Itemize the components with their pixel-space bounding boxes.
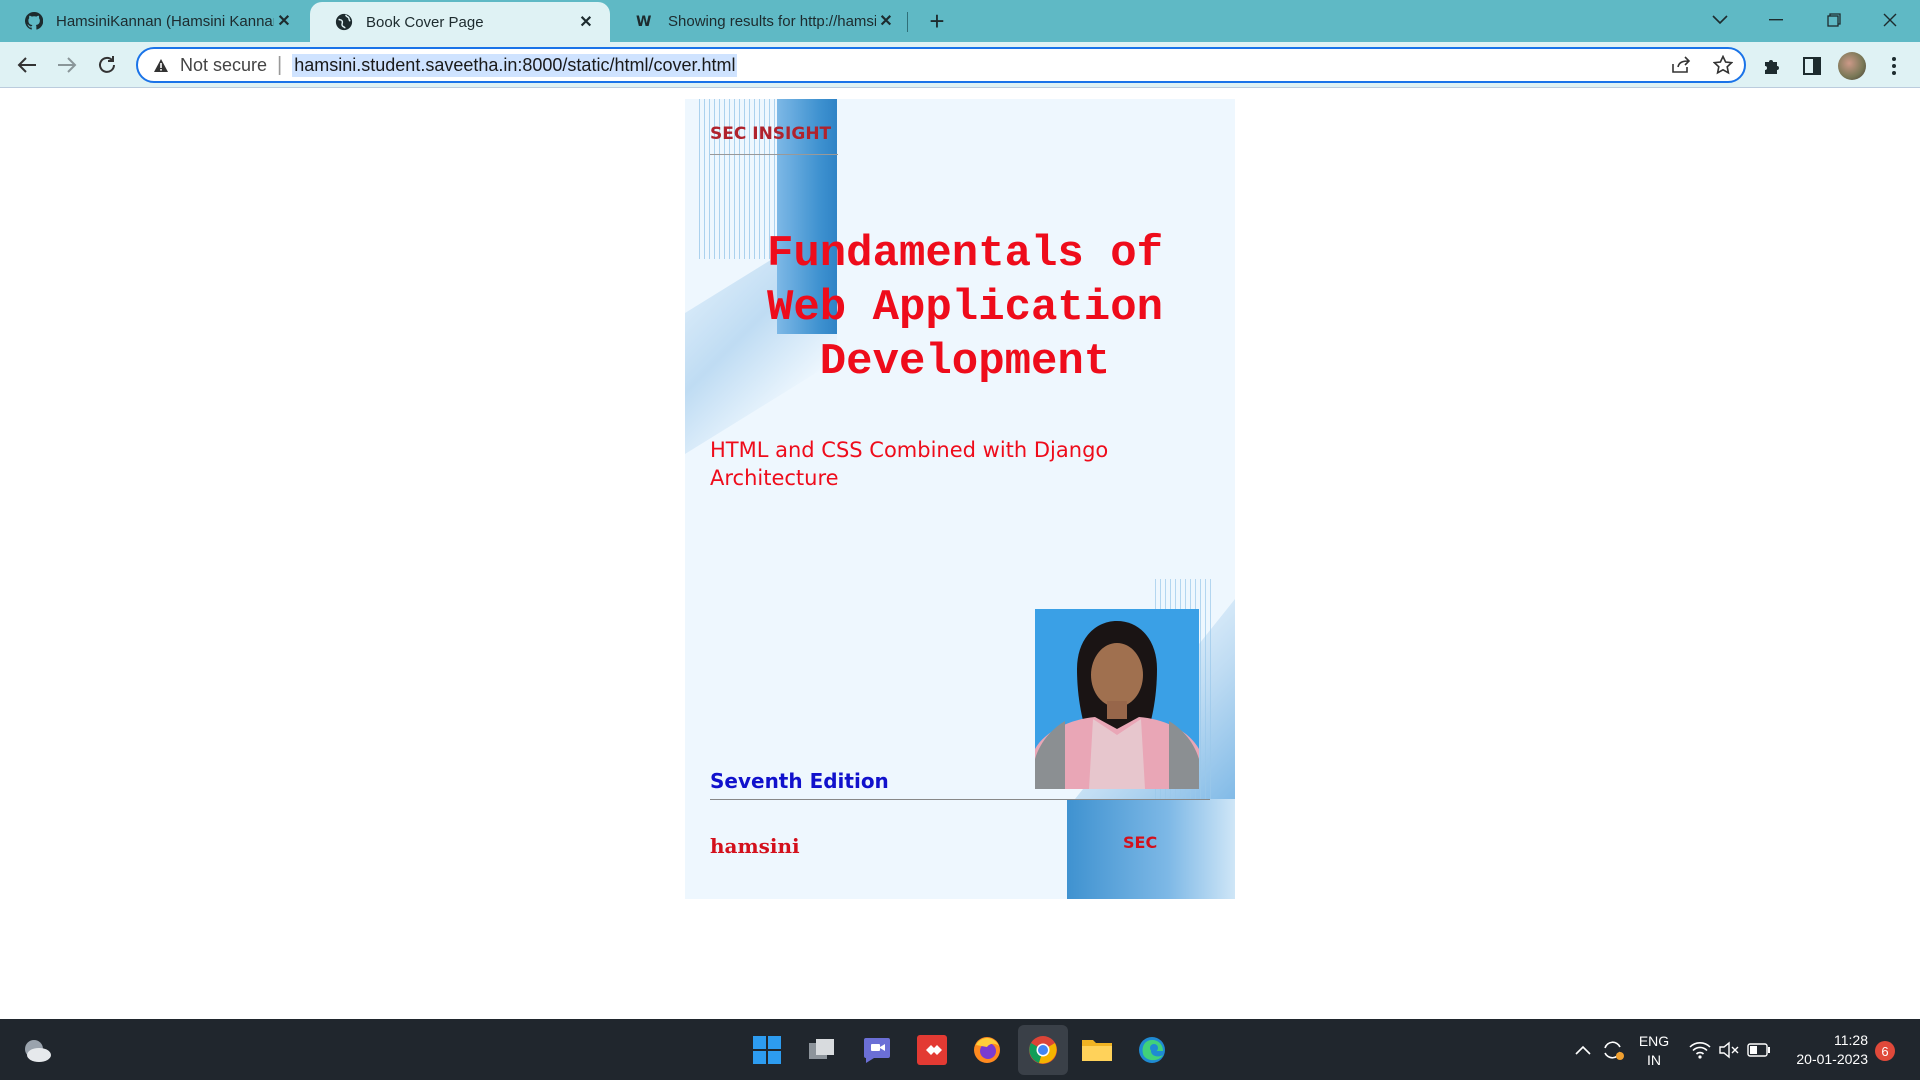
book-title: Fundamentals of Web Application Developm… bbox=[766, 229, 1164, 387]
battery-icon bbox=[1747, 1043, 1770, 1057]
star-icon bbox=[1713, 55, 1733, 75]
firefox-button[interactable] bbox=[970, 1033, 1004, 1067]
windows-icon bbox=[753, 1036, 781, 1064]
volume-muted-icon bbox=[1719, 1041, 1739, 1059]
divider bbox=[710, 154, 838, 155]
extensions-button[interactable] bbox=[1758, 52, 1786, 80]
share-button[interactable] bbox=[1668, 52, 1694, 78]
author-photo bbox=[1035, 609, 1199, 789]
sync-status-button[interactable] bbox=[1596, 1033, 1630, 1067]
remote-desktop-icon bbox=[917, 1035, 947, 1065]
close-icon[interactable]: ✕ bbox=[576, 12, 596, 32]
wifi-icon bbox=[1689, 1042, 1711, 1059]
minimize-button[interactable] bbox=[1748, 0, 1804, 40]
volume-button[interactable] bbox=[1712, 1033, 1746, 1067]
brand-label: SEC INSIGHT bbox=[710, 124, 832, 144]
close-icon bbox=[1883, 13, 1897, 27]
back-button[interactable] bbox=[12, 50, 42, 80]
taskbar: ENG IN 11:28 20-01-2023 6 bbox=[0, 1019, 1920, 1080]
anydesk-button[interactable] bbox=[915, 1033, 949, 1067]
restore-icon bbox=[1827, 13, 1841, 27]
teams-chat-button[interactable] bbox=[860, 1033, 894, 1067]
more-vertical-icon bbox=[1892, 57, 1896, 75]
tab-title: Book Cover Page bbox=[366, 13, 484, 31]
omnibox-divider: | bbox=[277, 53, 283, 76]
url-text[interactable]: hamsini.student.saveetha.in:8000/static/… bbox=[292, 53, 738, 77]
clock-date: 20-01-2023 bbox=[1796, 1051, 1868, 1067]
address-bar[interactable]: Not secure | hamsini.student.saveetha.in… bbox=[136, 47, 1746, 83]
folder-icon bbox=[1082, 1040, 1112, 1061]
tab-book-cover[interactable]: Book Cover Page ✕ bbox=[310, 2, 610, 42]
github-icon bbox=[24, 11, 44, 31]
warning-icon[interactable] bbox=[152, 56, 170, 74]
bookmark-button[interactable] bbox=[1710, 52, 1736, 78]
minimize-icon bbox=[1769, 19, 1783, 21]
globe-icon bbox=[334, 12, 354, 32]
restore-button[interactable] bbox=[1806, 0, 1862, 40]
author-name: hamsini bbox=[710, 834, 800, 858]
tab-strip: HamsiniKannan (Hamsini Kannan) ✕ Book Co… bbox=[0, 0, 1920, 42]
battery-button[interactable] bbox=[1742, 1033, 1776, 1067]
tab-validator[interactable]: W Showing results for http://hamsini.stu… bbox=[612, 0, 910, 42]
svg-text:W: W bbox=[636, 14, 651, 30]
side-panel-button[interactable] bbox=[1798, 52, 1826, 80]
weather-widget[interactable] bbox=[20, 1033, 54, 1067]
close-window-button[interactable] bbox=[1862, 0, 1918, 40]
tab-title: Showing results for http://hamsini.stude… bbox=[668, 12, 876, 30]
show-hidden-icons-button[interactable] bbox=[1566, 1033, 1600, 1067]
edition-label: Seventh Edition bbox=[710, 769, 889, 793]
chat-icon bbox=[864, 1038, 890, 1063]
chrome-button[interactable] bbox=[1026, 1033, 1060, 1067]
share-icon bbox=[1672, 56, 1691, 73]
book-cover: SEC INSIGHT Fundamentals of Web Applicat… bbox=[685, 99, 1235, 899]
task-view-button[interactable] bbox=[805, 1033, 839, 1067]
puzzle-icon bbox=[1765, 60, 1779, 74]
reload-icon bbox=[99, 56, 115, 73]
clock-time: 11:28 bbox=[1834, 1032, 1868, 1048]
notification-badge[interactable]: 6 bbox=[1875, 1041, 1895, 1061]
arrow-right-icon bbox=[58, 57, 77, 73]
close-icon[interactable]: ✕ bbox=[876, 11, 896, 31]
chevron-up-icon bbox=[1575, 1045, 1591, 1055]
profile-avatar[interactable] bbox=[1838, 52, 1866, 80]
tab-separator bbox=[907, 12, 908, 32]
menu-button[interactable] bbox=[1880, 52, 1908, 80]
new-tab-button[interactable]: + bbox=[922, 6, 952, 36]
clock[interactable]: 11:28 20-01-2023 bbox=[1788, 1031, 1868, 1069]
tab-github[interactable]: HamsiniKannan (Hamsini Kannan) ✕ bbox=[0, 0, 308, 42]
validator-icon: W bbox=[636, 11, 656, 31]
edge-button[interactable] bbox=[1135, 1033, 1169, 1067]
divider bbox=[710, 799, 1210, 800]
language-indicator[interactable]: ENG IN bbox=[1636, 1032, 1672, 1070]
start-button[interactable] bbox=[750, 1033, 784, 1067]
region-code: IN bbox=[1647, 1052, 1661, 1068]
side-panel-icon bbox=[1803, 57, 1821, 75]
reload-button[interactable] bbox=[92, 50, 122, 80]
book-subtitle: HTML and CSS Combined with Django Archit… bbox=[710, 438, 1109, 490]
tab-search-button[interactable] bbox=[1692, 0, 1748, 40]
file-explorer-button[interactable] bbox=[1080, 1033, 1114, 1067]
close-icon[interactable]: ✕ bbox=[274, 11, 294, 31]
language-code: ENG bbox=[1638, 1033, 1670, 1049]
firefox-icon bbox=[974, 1037, 1000, 1063]
forward-button[interactable] bbox=[52, 50, 82, 80]
publisher-label: SEC bbox=[1123, 833, 1158, 852]
arrow-left-icon bbox=[17, 57, 36, 73]
browser-toolbar: Not secure | hamsini.student.saveetha.in… bbox=[0, 42, 1920, 88]
cloud-icon bbox=[25, 1040, 51, 1062]
chevron-down-icon bbox=[1712, 15, 1728, 25]
security-label[interactable]: Not secure bbox=[180, 55, 267, 76]
tab-title: HamsiniKannan (Hamsini Kannan) bbox=[56, 12, 274, 30]
task-view-icon bbox=[809, 1039, 834, 1059]
edge-icon bbox=[1139, 1037, 1165, 1063]
web-page: SEC INSIGHT Fundamentals of Web Applicat… bbox=[0, 89, 1920, 1019]
chrome-icon bbox=[1029, 1036, 1057, 1064]
sync-icon bbox=[1604, 1041, 1624, 1060]
